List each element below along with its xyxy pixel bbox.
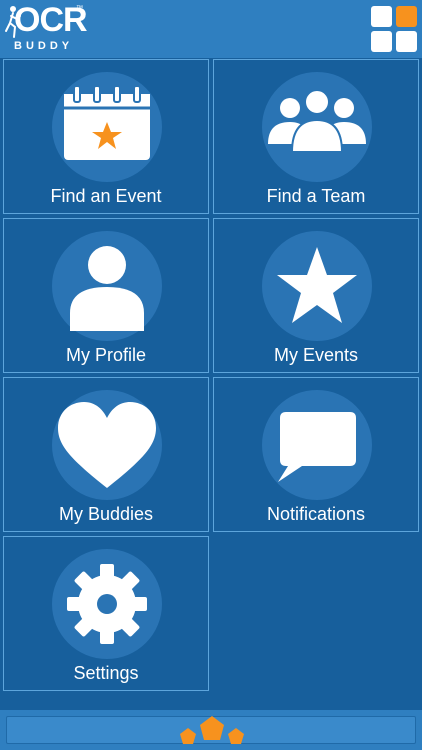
tile-label: My Profile <box>65 345 146 365</box>
tile-my-events[interactable]: My Events <box>213 218 419 373</box>
grid-cell <box>371 31 392 52</box>
tile-label: My Buddies <box>58 504 154 524</box>
icon-circle <box>262 72 372 182</box>
icon-circle <box>52 390 162 500</box>
grid-cell <box>371 6 392 27</box>
heart-icon <box>58 402 156 488</box>
calendar-star-icon <box>64 85 150 160</box>
grid-cell <box>396 31 417 52</box>
tile-settings[interactable]: Settings <box>3 536 209 691</box>
tile-label: Notifications <box>266 504 366 524</box>
menu-tiles: Find an Event Find a Team My Profile My … <box>0 58 422 710</box>
tile-label: Find an Event <box>50 186 162 206</box>
gear-icon <box>67 564 147 644</box>
tile-label: Find a Team <box>266 186 366 206</box>
tile-label: Settings <box>73 663 139 683</box>
tile-find-event[interactable]: Find an Event <box>3 59 209 214</box>
icon-circle <box>262 390 372 500</box>
tile-my-buddies[interactable]: My Buddies <box>3 377 209 532</box>
pentagons-icon[interactable] <box>178 714 246 748</box>
tile-my-profile[interactable]: My Profile <box>3 218 209 373</box>
tile-label: My Events <box>273 345 359 365</box>
footer-bar <box>0 710 422 750</box>
app-logo: OCR ™ BUDDY <box>4 1 88 55</box>
tile-find-team[interactable]: Find a Team <box>213 59 419 214</box>
tile-notifications[interactable]: Notifications <box>213 377 419 532</box>
icon-circle <box>52 231 162 341</box>
logo-trademark: ™ <box>76 5 83 12</box>
speech-bubble-icon <box>278 412 356 482</box>
grid-menu-icon[interactable] <box>371 6 418 53</box>
logo-subtitle: BUDDY <box>14 40 74 52</box>
grid-cell-highlight <box>396 6 417 27</box>
icon-circle <box>52 72 162 182</box>
person-icon <box>70 246 144 331</box>
icon-circle <box>52 549 162 659</box>
icon-circle <box>262 231 372 341</box>
app-header: OCR ™ BUDDY <box>0 0 422 58</box>
group-icon <box>268 89 366 153</box>
star-icon <box>277 247 357 323</box>
